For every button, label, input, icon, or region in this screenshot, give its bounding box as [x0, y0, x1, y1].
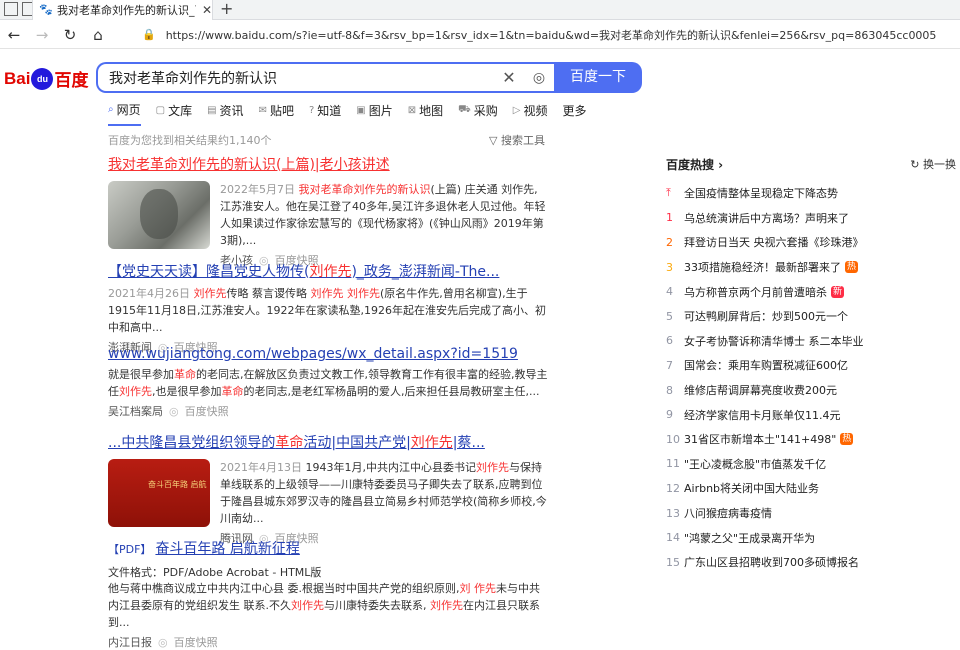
logo-text-du: 百度: [54, 71, 89, 90]
search-button[interactable]: 百度一下: [554, 62, 642, 93]
refresh-button[interactable]: ↻ 换一换: [910, 156, 956, 173]
search-icon: ⌕: [108, 104, 114, 115]
result-snippet: 2022年5月7日 我对老革命刘作先的新认识(上篇) 庄关通 刘作先,江苏淮安人…: [220, 183, 546, 247]
search-input[interactable]: 我对老革命刘作先的新认识: [109, 68, 494, 88]
news-icon: ▤: [207, 105, 217, 116]
paw-icon: du: [31, 67, 54, 90]
top-pin-icon: ⤒: [666, 186, 671, 200]
hot-item[interactable]: 13 八问猴痘病毒疫情: [666, 501, 956, 526]
tab-video[interactable]: ▷ 视频: [513, 101, 548, 126]
hot-item[interactable]: 5 可达鸭刷屏背后：炒到500元一个: [666, 304, 956, 329]
pdf-tag: 【PDF】: [108, 543, 152, 556]
tieba-icon: ✉: [258, 105, 267, 116]
tab-news[interactable]: ▤ 资讯: [207, 101, 243, 126]
tab-zhidao[interactable]: ? 知道: [309, 101, 341, 126]
home-icon[interactable]: ⌂: [84, 26, 112, 44]
new-tab-icon[interactable]: +: [220, 0, 233, 18]
result-item: 【党史天天读】隆昌党史人物传(刘作先)_政务_澎湃新闻-The... 2021年…: [108, 261, 548, 355]
hot-item[interactable]: 11 "王心凌概念股"市值蒸发千亿: [666, 452, 956, 477]
clear-icon[interactable]: ✕: [494, 68, 524, 87]
result-thumbnail[interactable]: [108, 181, 210, 249]
hot-item[interactable]: 3 33项措施稳经济！最新部署来了热: [666, 255, 956, 280]
hot-item[interactable]: 6 女子考协警诉称清华博士 系二本毕业: [666, 329, 956, 354]
image-icon: ▣: [356, 105, 366, 116]
address-toolbar: ← → ↻ ⌂ 🔒 https://www.baidu.com/s?ie=utf…: [0, 21, 960, 49]
result-stats: 百度为您找到相关结果约1,140个: [108, 134, 272, 147]
hot-item[interactable]: 2 拜登访日当天 央视六套播《珍珠港》: [666, 230, 956, 255]
refresh-icon[interactable]: ↻: [56, 26, 84, 44]
result-item: www.wujiangtong.com/webpages/wx_detail.a…: [108, 346, 548, 419]
back-icon[interactable]: ←: [0, 26, 28, 44]
snapshot-icon: ◎: [169, 404, 179, 418]
tab-map[interactable]: ⊠ 地图: [408, 101, 443, 126]
logo-text-bai: Bai: [4, 68, 31, 88]
hot-item[interactable]: 1 乌总统演讲后中方离场？声明来了: [666, 206, 956, 231]
snapshot-icon: ◎: [158, 635, 168, 649]
result-source: 内江日报 ◎ 百度快照: [108, 634, 218, 650]
tab-purchase[interactable]: ⛟ 采购: [458, 101, 498, 126]
result-snippet: 2021年4月26日 刘作先传略 蔡言谡传略 刘作先 刘作先(原名牛作先,曾用名…: [108, 287, 546, 334]
hot-item[interactable]: 8 维修店帮调屏幕亮度收费200元: [666, 378, 956, 403]
hot-item[interactable]: ⤒ 全国疫情整体呈现稳定下降态势: [666, 181, 956, 206]
refresh-icon: ↻: [910, 158, 923, 171]
file-format: 文件格式：PDF/Adobe Acrobat - HTML版: [108, 566, 322, 579]
hot-item[interactable]: 9 经济学家信用卡月账单仅11.4元: [666, 402, 956, 427]
video-icon: ▷: [512, 105, 521, 116]
result-title[interactable]: 【PDF】 奋斗百年路 启航新征程: [108, 538, 548, 558]
hot-search-panel: 百度热搜 › ↻ 换一换 ⤒ 全国疫情整体呈现稳定下降态势 1 乌总统演讲后中方离场…: [666, 156, 956, 575]
hot-badge: 热: [845, 261, 859, 274]
tab-image[interactable]: ▣ 图片: [356, 101, 392, 126]
result-item: ...中共隆昌县党组织领导的革命活动|中国共产党|刘作先|蔡... 奋斗百年路 …: [108, 432, 548, 546]
map-icon: ⊠: [407, 105, 417, 116]
zhidao-icon: ?: [308, 105, 315, 116]
hot-item[interactable]: 12 Airbnb将关闭中国大陆业务: [666, 476, 956, 501]
result-title[interactable]: www.wujiangtong.com/webpages/wx_detail.a…: [108, 346, 548, 362]
hot-item[interactable]: 15 广东山区县招聘收到700多硕博报名: [666, 550, 956, 575]
result-item: 我对老革命刘作先的新认识(上篇)|老小孩讲述 2022年5月7日 我对老革命刘作…: [108, 154, 548, 268]
category-tabs: ⌕ 网页 ▢ 文库 ▤ 资讯 ✉ 贴吧 ? 知道 ▣ 图片 ⊠ 地图 ⛟ 采购 ▷ 视频 更多: [108, 101, 602, 126]
result-item: 【PDF】 奋斗百年路 启航新征程 文件格式：PDF/Adobe Acrobat …: [108, 538, 548, 650]
tab-tieba[interactable]: ✉ 贴吧: [259, 101, 294, 126]
hot-item[interactable]: 4 乌方称普京两个月前曾遭暗杀新: [666, 279, 956, 304]
result-title[interactable]: 我对老革命刘作先的新认识(上篇)|老小孩讲述: [108, 154, 548, 174]
new-badge: 新: [831, 285, 845, 298]
result-source: 吴江档案局 ◎ 百度快照: [108, 403, 229, 419]
tab-wenku[interactable]: ▢ 文库: [156, 101, 192, 126]
result-thumbnail[interactable]: 奋斗百年路 启航: [108, 459, 210, 527]
camera-icon[interactable]: ◎: [524, 70, 554, 86]
tab-close-icon[interactable]: ✕: [202, 3, 212, 17]
search-box: 我对老革命刘作先的新认识 ✕ ◎: [96, 62, 554, 93]
search-tools[interactable]: ▽ 搜索工具: [489, 132, 545, 148]
hot-item[interactable]: 7 国常会：乘用车购置税减征600亿: [666, 353, 956, 378]
result-snippet: 2021年4月13日 1943年1月,中共内江中心县委书记刘作先与保持单线联系的…: [220, 461, 547, 525]
hot-search-title[interactable]: 百度热搜 ›: [666, 156, 723, 173]
result-snippet: 就是很早参加革命的老同志,在解放区负责过文教工作,领导教育工作有很丰富的经验,教…: [108, 368, 548, 398]
snapshot-link[interactable]: 百度快照: [185, 403, 229, 419]
tab-more[interactable]: 更多: [563, 101, 587, 126]
address-bar[interactable]: https://www.baidu.com/s?ie=utf-8&f=3&rsv…: [166, 27, 936, 43]
baidu-logo[interactable]: Bai du 百度: [4, 66, 88, 91]
hot-item[interactable]: 10 31省区市新增本土"141+498" 热: [666, 427, 956, 452]
tab-title: 我对老革命刘作先的新认识_百度: [57, 4, 196, 17]
hot-badge: 热: [840, 433, 854, 446]
result-snippet: 他与蒋中樵商议成立中共内江中心县 委.根据当时中国共产党的组织原则,刘 作先未与…: [108, 582, 540, 629]
tab-strip: 🐾 我对老革命刘作先的新认识_百度 ✕ +: [0, 0, 960, 20]
filter-icon: ▽: [489, 134, 501, 147]
browser-tab-active[interactable]: 🐾 我对老革命刘作先的新认识_百度 ✕: [32, 0, 213, 20]
tab-web[interactable]: ⌕ 网页: [108, 101, 141, 126]
snapshot-link[interactable]: 百度快照: [174, 634, 218, 650]
lock-icon[interactable]: 🔒: [142, 28, 156, 41]
workspaces-icon[interactable]: [4, 2, 18, 16]
result-title[interactable]: 【党史天天读】隆昌党史人物传(刘作先)_政务_澎湃新闻-The...: [108, 261, 548, 281]
hot-item[interactable]: 14 "鸿蒙之父"王成录离开华为: [666, 525, 956, 550]
baidu-favicon-icon: 🐾: [39, 3, 53, 16]
cart-icon: ⛟: [458, 104, 471, 115]
result-title[interactable]: ...中共隆昌县党组织领导的革命活动|中国共产党|刘作先|蔡...: [108, 432, 548, 452]
forward-icon[interactable]: →: [28, 26, 56, 44]
doc-icon: ▢: [155, 105, 166, 116]
